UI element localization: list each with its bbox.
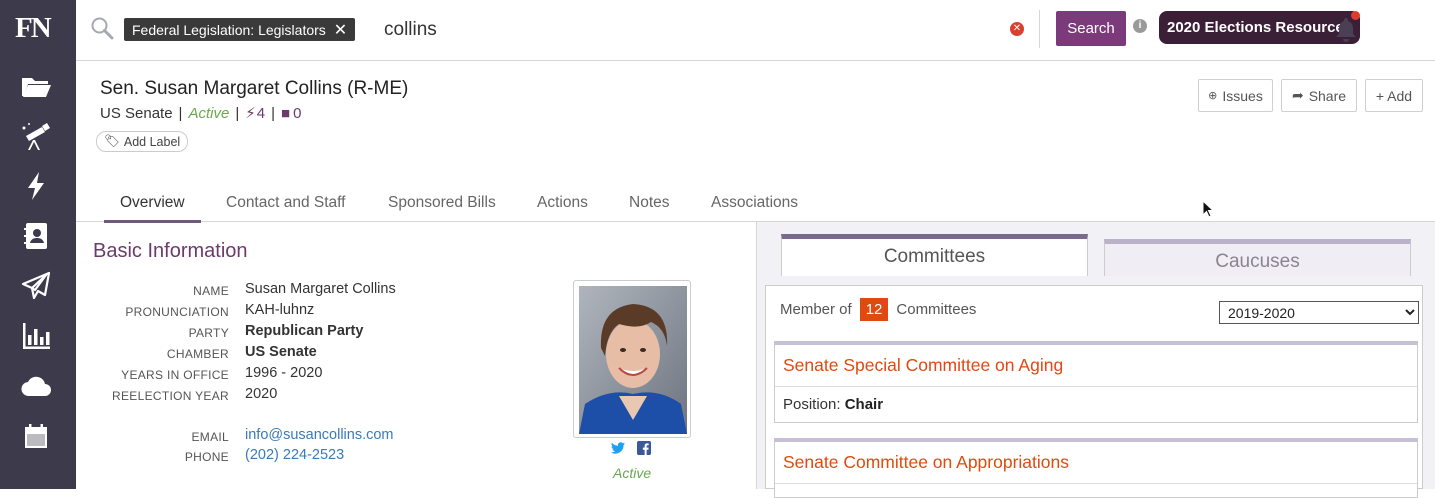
add-label-text: Add Label <box>123 134 181 149</box>
info-row-email: Email info@susancollins.com <box>93 427 563 447</box>
committee-card: Senate Committee on Appropriations <box>774 438 1418 498</box>
tag-icon: 🏷 <box>104 134 120 148</box>
clear-search-icon[interactable]: ✕ <box>1010 22 1024 36</box>
search-button[interactable]: Search <box>1056 11 1126 46</box>
info-row-years-in-office: Years in Office 1996 - 2020 <box>93 365 563 385</box>
issues-label: Issues <box>1222 87 1263 104</box>
facebook-icon[interactable] <box>637 441 651 455</box>
divider <box>1039 10 1040 48</box>
legislator-status: Active <box>188 104 230 122</box>
info-row-pronunciation: Pronunciation KAH-luhnz <box>93 302 563 322</box>
member-of-summary: Member of 12 Committees <box>780 298 976 321</box>
committee-card: Senate Special Committee on Aging Positi… <box>774 341 1418 423</box>
tab-sponsored-bills[interactable]: Sponsored Bills <box>388 194 496 220</box>
position-label: Position: <box>783 396 841 413</box>
legislator-chamber: US Senate <box>100 104 173 122</box>
separator: | <box>178 104 183 122</box>
info-label: Years in Office <box>121 368 229 382</box>
add-label-button[interactable]: 🏷 Add Label <box>96 131 189 152</box>
photo-status: Active <box>613 465 652 481</box>
separator: | <box>271 104 276 122</box>
committees-body: Member of 12 Committees 2019-2020 Senate… <box>765 285 1423 498</box>
info-row-reelection-year: Reelection Year 2020 <box>93 386 563 406</box>
folder-icon[interactable] <box>18 68 54 104</box>
filter-chip-label: Federal Legislation: Legislators <box>132 21 326 38</box>
twitter-icon[interactable] <box>611 441 625 455</box>
session-year-select[interactable]: 2019-2020 <box>1219 301 1419 324</box>
cloud-icon[interactable] <box>18 368 54 404</box>
info-value: Susan Margaret Collins <box>245 281 396 297</box>
app-logo[interactable]: FN <box>15 12 52 45</box>
legislator-photo-frame <box>573 280 691 438</box>
info-label: Phone <box>184 450 229 464</box>
plus-circle-icon: ⊕ <box>1208 90 1218 102</box>
info-label: Pronunciation <box>125 305 229 319</box>
committee-name[interactable]: Senate Special Committee on Aging <box>775 345 1417 387</box>
add-button[interactable]: + Add <box>1365 79 1423 112</box>
search-input[interactable] <box>384 16 984 44</box>
basic-info-title: Basic Information <box>93 240 248 262</box>
chart-icon[interactable] <box>18 318 54 354</box>
info-row-chamber: Chamber US Senate <box>93 344 563 364</box>
add-label: + Add <box>1375 87 1413 104</box>
member-of-suffix: Committees <box>896 301 977 318</box>
info-value: US Senate <box>245 344 317 360</box>
info-icon[interactable]: i <box>1133 19 1147 33</box>
committee-name[interactable]: Senate Committee on Appropriations <box>775 442 1417 484</box>
info-label: Email <box>191 430 229 444</box>
tab-overview[interactable]: Overview <box>104 194 201 223</box>
note-count[interactable]: 0 <box>293 105 301 122</box>
filter-chip: Federal Legislation: Legislators ✕ <box>124 18 356 41</box>
tab-contact-and-staff[interactable]: Contact and Staff <box>226 194 346 220</box>
info-row-phone: Phone (202) 224-2523 <box>93 447 563 467</box>
info-value: 1996 - 2020 <box>245 365 323 381</box>
tab-bar: Overview Contact and Staff Sponsored Bil… <box>76 186 1435 223</box>
tab-actions[interactable]: Actions <box>537 194 588 220</box>
info-value: 2020 <box>245 386 278 402</box>
bolt-small-icon: ⚡ <box>245 105 256 122</box>
filter-chip-remove-icon[interactable]: ✕ <box>334 20 347 40</box>
bolt-count[interactable]: 4 <box>257 105 265 122</box>
mouse-cursor-icon <box>1202 200 1214 218</box>
phone-link[interactable]: (202) 224-2523 <box>245 447 344 463</box>
info-label: Reelection Year <box>112 389 229 403</box>
committees-panel: Committees Caucuses Member of 12 Committ… <box>757 222 1435 498</box>
committee-position: Position: Chair <box>775 387 1417 422</box>
issues-button[interactable]: ⊕ Issues <box>1198 79 1273 112</box>
note-icon: ■ <box>281 104 291 122</box>
member-of-prefix: Member of <box>780 301 852 318</box>
elections-resources-button[interactable]: 2020 Elections Resources <box>1159 11 1361 44</box>
legislator-meta: US Senate | Active | ⚡ 4 | ■ 0 <box>100 104 301 123</box>
email-link[interactable]: info@susancollins.com <box>245 427 394 443</box>
separator: | <box>235 104 240 122</box>
position-value: Chair <box>844 396 884 413</box>
info-label: Chamber <box>166 347 229 361</box>
sidebar: FN <box>0 0 76 489</box>
share-button[interactable]: ➦ Share <box>1281 79 1357 112</box>
contacts-icon[interactable] <box>18 218 54 254</box>
search-icon <box>91 17 114 40</box>
share-label: Share <box>1308 87 1347 104</box>
tab-notes[interactable]: Notes <box>629 194 670 220</box>
info-value: Republican Party <box>245 323 364 339</box>
tab-committees[interactable]: Committees <box>781 234 1088 276</box>
send-icon[interactable] <box>18 268 54 304</box>
committee-count-badge: 12 <box>859 298 889 321</box>
info-label: Party <box>188 326 229 340</box>
social-links <box>611 441 651 455</box>
bolt-icon[interactable] <box>18 168 54 204</box>
notification-badge <box>1351 11 1360 20</box>
info-row-party: Party Republican Party <box>93 323 563 343</box>
calendar-icon[interactable] <box>18 418 54 454</box>
share-icon: ➦ <box>1291 87 1304 103</box>
info-value: KAH-luhnz <box>245 302 315 318</box>
legislator-name: Sen. Susan Margaret Collins (R-ME) <box>100 78 409 99</box>
tab-caucuses[interactable]: Caucuses <box>1104 239 1411 276</box>
info-label: Name <box>193 284 229 298</box>
telescope-icon[interactable] <box>18 118 54 154</box>
top-bar: Federal Legislation: Legislators ✕ ✕ Sea… <box>76 0 1435 61</box>
legislator-photo <box>579 286 687 434</box>
info-row-name: Name Susan Margaret Collins <box>93 281 563 301</box>
tab-associations[interactable]: Associations <box>711 194 798 220</box>
